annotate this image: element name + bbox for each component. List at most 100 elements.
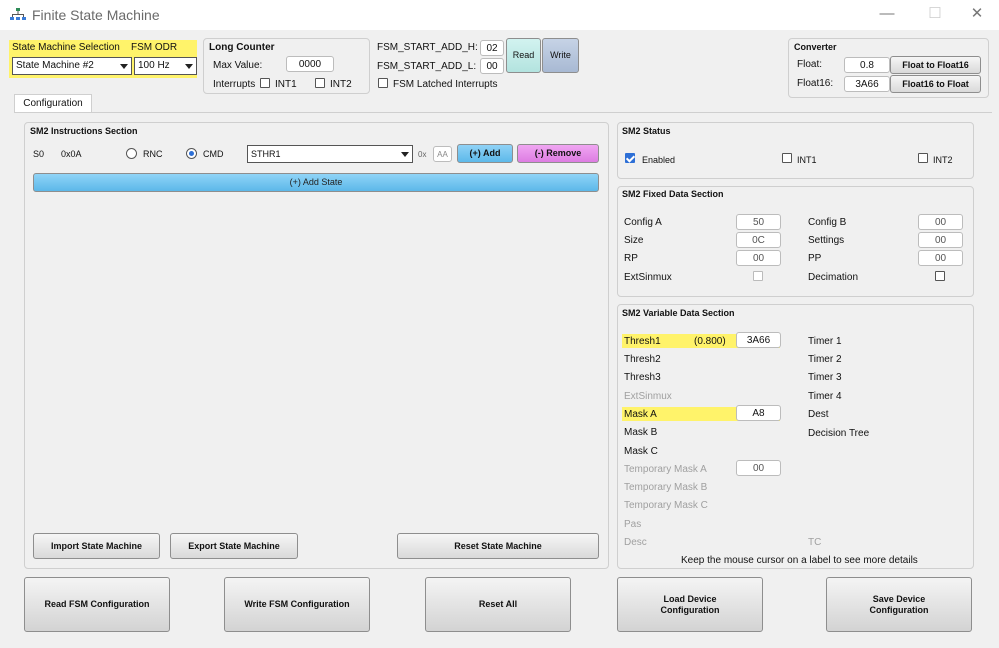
save-device-configuration-button[interactable]: Save Device Configuration <box>826 577 972 632</box>
fsm-odr-label: FSM ODR <box>131 42 178 53</box>
load-device-configuration-button[interactable]: Load Device Configuration <box>617 577 763 632</box>
write-button[interactable]: Write <box>542 38 579 73</box>
maximize-button[interactable]: ☐ <box>918 3 952 25</box>
chevron-down-icon <box>185 64 193 69</box>
ext-sinmux-label: ExtSinmux <box>624 272 672 283</box>
config-b-input[interactable]: 00 <box>918 214 963 230</box>
float16-to-float-button[interactable]: Float16 to Float <box>890 75 981 93</box>
status-title: SM2 Status <box>622 126 671 136</box>
max-value-label: Max Value: <box>213 60 263 71</box>
settings-label: Settings <box>808 235 845 246</box>
desc-label: Desc <box>624 537 647 548</box>
timer3-label: Timer 3 <box>808 372 842 383</box>
hint-text: Keep the mouse cursor on a label to see … <box>681 555 918 566</box>
decimation-label: Decimation <box>808 272 859 283</box>
status-int1-checkbox[interactable] <box>782 153 792 163</box>
remove-instruction-button[interactable]: (-) Remove <box>517 144 599 163</box>
temp-mask-a-label: Temporary Mask A <box>624 464 707 475</box>
app-window: Finite State Machine — ☐ ✕ State Machine… <box>0 0 999 648</box>
chevron-down-icon <box>401 152 409 157</box>
status-int2-checkbox[interactable] <box>918 153 928 163</box>
enabled-checkbox[interactable] <box>625 153 635 163</box>
tc-label: TC <box>808 537 822 548</box>
fsm-start-l-input[interactable]: 00 <box>480 58 504 74</box>
thresh1-label: Thresh1 <box>624 336 661 347</box>
state-machine-select-value: State Machine #2 <box>16 60 94 71</box>
rnc-label: RNC <box>143 149 163 159</box>
minimize-button[interactable]: — <box>870 3 904 25</box>
lc-int1-label: INT1 <box>275 79 297 90</box>
float-label: Float: <box>797 59 823 70</box>
converter-title: Converter <box>794 42 837 52</box>
rp-input[interactable]: 00 <box>736 250 781 266</box>
instruction-select-value: STHR1 <box>251 149 281 159</box>
app-network-icon <box>10 8 26 20</box>
mask-c-label: Mask C <box>624 446 658 457</box>
hex-value-input[interactable]: AA <box>433 146 452 162</box>
temp-mask-b-label: Temporary Mask B <box>624 482 708 493</box>
max-value-input[interactable]: 0000 <box>286 56 334 72</box>
dest-label: Dest <box>808 409 829 420</box>
tab-configuration[interactable]: Configuration <box>14 94 92 113</box>
config-a-input[interactable]: 50 <box>736 214 781 230</box>
cmd-label: CMD <box>203 149 224 159</box>
fsm-latched-label: FSM Latched Interrupts <box>393 79 498 90</box>
read-button[interactable]: Read <box>506 38 541 73</box>
variable-data-title: SM2 Variable Data Section <box>622 308 735 318</box>
fsm-odr-select-value: 100 Hz <box>138 60 170 71</box>
lc-int2-checkbox[interactable] <box>315 78 325 88</box>
instructions-title: SM2 Instructions Section <box>30 126 138 136</box>
reset-state-machine-button[interactable]: Reset State Machine <box>397 533 599 559</box>
ext-sinmux-checkbox[interactable] <box>753 271 763 281</box>
temp-mask-c-label: Temporary Mask C <box>624 500 708 511</box>
fsm-latched-checkbox[interactable] <box>378 78 388 88</box>
export-state-machine-button[interactable]: Export State Machine <box>170 533 298 559</box>
decision-tree-label: Decision Tree <box>808 428 870 439</box>
cmd-radio[interactable] <box>186 148 197 159</box>
import-state-machine-button[interactable]: Import State Machine <box>33 533 160 559</box>
read-fsm-configuration-button[interactable]: Read FSM Configuration <box>24 577 170 632</box>
size-input[interactable]: 0C <box>736 232 781 248</box>
fsm-start-h-input[interactable]: 02 <box>480 40 504 56</box>
window-title: Finite State Machine <box>32 7 160 23</box>
write-fsm-configuration-button[interactable]: Write FSM Configuration <box>224 577 370 632</box>
fixed-data-title: SM2 Fixed Data Section <box>622 189 724 199</box>
fsm-odr-select[interactable]: 100 Hz <box>134 57 197 75</box>
rnc-radio[interactable] <box>126 148 137 159</box>
enabled-label: Enabled <box>642 155 676 165</box>
mask-a-input[interactable]: A8 <box>736 405 781 421</box>
thresh1-float: (0.800) <box>694 336 726 347</box>
lc-int1-checkbox[interactable] <box>260 78 270 88</box>
timer2-label: Timer 2 <box>808 354 842 365</box>
float16-label: Float16: <box>797 78 834 89</box>
fsm-start-l-label: FSM_START_ADD_L: <box>377 61 477 72</box>
status-group <box>617 122 974 179</box>
lc-int2-label: INT2 <box>330 79 352 90</box>
config-b-label: Config B <box>808 217 847 228</box>
pp-input[interactable]: 00 <box>918 250 963 266</box>
state-index: S0 <box>33 149 45 159</box>
float-input[interactable]: 0.8 <box>844 57 890 73</box>
status-int1-label: INT1 <box>797 155 817 165</box>
reset-all-button[interactable]: Reset All <box>425 577 571 632</box>
timer4-label: Timer 4 <box>808 391 842 402</box>
add-state-button[interactable]: (+) Add State <box>33 173 599 192</box>
rp-label: RP <box>624 253 638 264</box>
float16-input[interactable]: 3A66 <box>844 76 890 92</box>
long-counter-title: Long Counter <box>209 42 275 53</box>
state-machine-select[interactable]: State Machine #2 <box>12 57 132 75</box>
instruction-select[interactable]: STHR1 <box>247 145 413 163</box>
thresh1-input[interactable]: 3A66 <box>736 332 781 348</box>
temp-mask-a-input[interactable]: 00 <box>736 460 781 476</box>
close-button[interactable]: ✕ <box>960 3 994 25</box>
fsm-start-h-label: FSM_START_ADD_H: <box>377 42 478 53</box>
config-a-label: Config A <box>624 217 662 228</box>
add-instruction-button[interactable]: (+) Add <box>457 144 513 163</box>
decimation-checkbox[interactable] <box>935 271 945 281</box>
hex-prefix: 0x <box>418 150 427 159</box>
pp-label: PP <box>808 253 822 264</box>
float-to-float16-button[interactable]: Float to Float16 <box>890 56 981 74</box>
mask-a-label: Mask A <box>624 409 657 420</box>
settings-input[interactable]: 00 <box>918 232 963 248</box>
size-label: Size <box>624 235 644 246</box>
